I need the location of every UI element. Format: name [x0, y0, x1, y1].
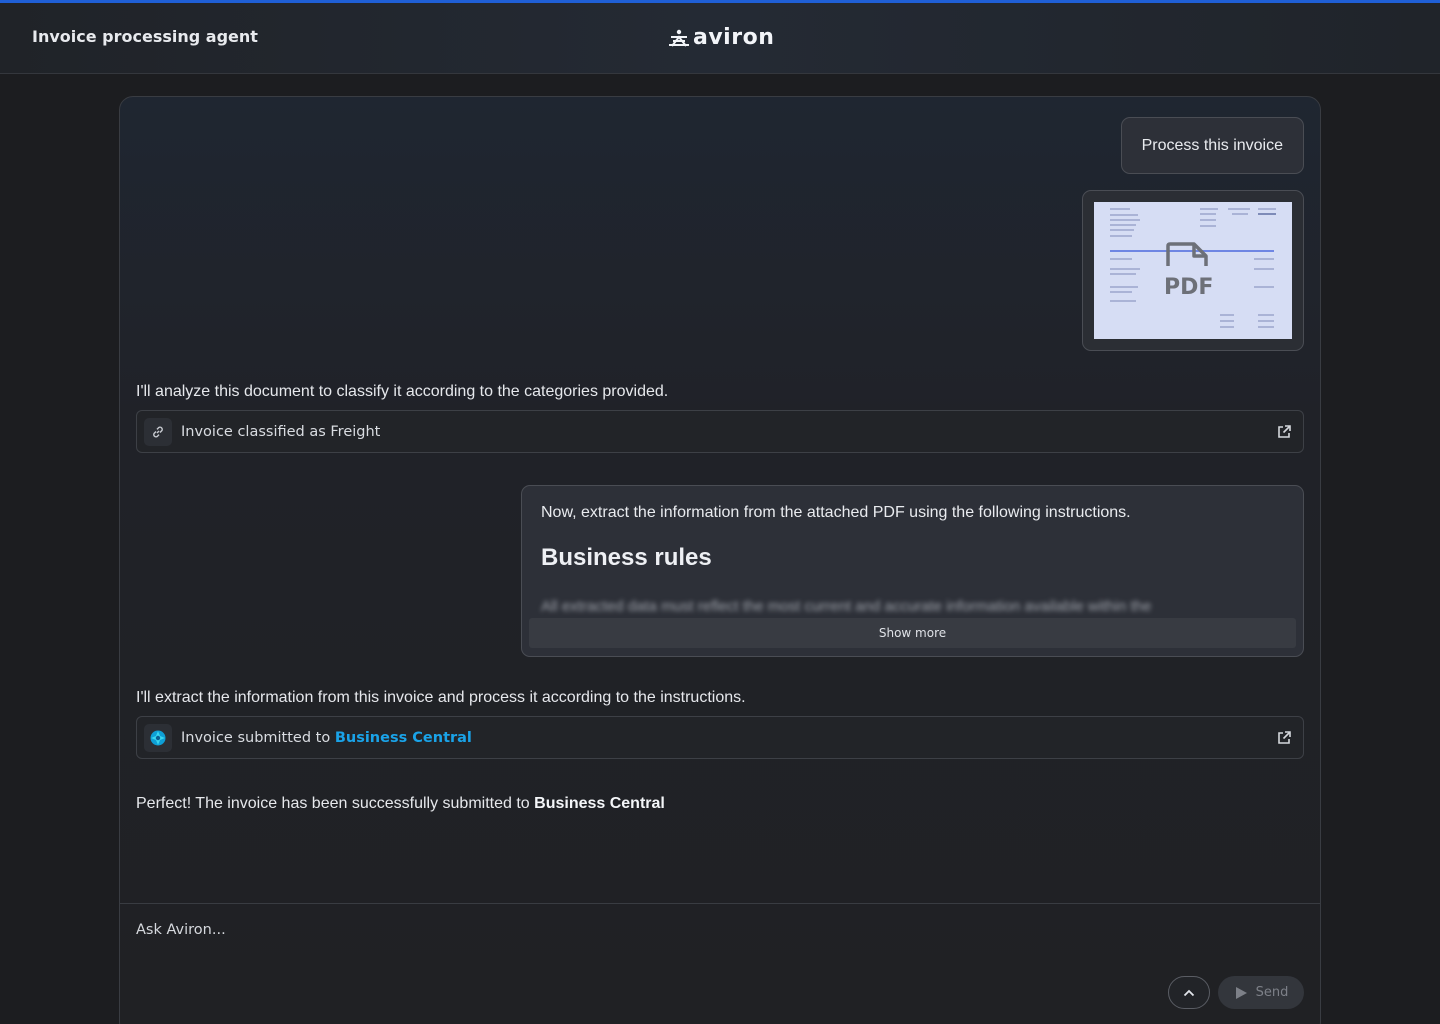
business-central-link[interactable]: Business Central	[335, 730, 472, 746]
link-icon	[144, 417, 172, 446]
logo-wordmark: aviron	[693, 25, 775, 50]
business-rules-heading: Business rules	[541, 544, 712, 571]
chat-panel: Process this invoice PDF I'll analyze th…	[119, 96, 1321, 1024]
expand-button[interactable]	[1168, 976, 1210, 1009]
tool-result-submitted[interactable]: Invoice submitted to Business Central	[136, 716, 1304, 759]
agent-message-classify: I'll analyze this document to classify i…	[136, 383, 669, 400]
pdf-thumbnail[interactable]: PDF	[1094, 202, 1292, 339]
pdf-file-icon: PDF	[1164, 242, 1213, 298]
business-central-icon	[144, 723, 172, 752]
agent-message-extract: I'll extract the information from this i…	[136, 689, 746, 706]
user-message-extract: Now, extract the information from the at…	[521, 485, 1304, 657]
send-icon	[1235, 986, 1247, 999]
composer: Send	[120, 903, 1320, 1024]
chevron-up-icon	[1183, 989, 1195, 996]
open-external-icon[interactable]	[1276, 730, 1292, 746]
app-title: Invoice processing agent	[32, 27, 258, 46]
aviron-logo: aviron	[668, 25, 774, 51]
open-external-icon[interactable]	[1276, 424, 1292, 440]
user-message-process: Process this invoice	[1120, 117, 1304, 174]
tool-result-classified[interactable]: Invoice classified as Freight	[136, 410, 1304, 453]
aviron-logo-icon	[669, 29, 689, 47]
agent-message-final: Perfect! The invoice has been successful…	[136, 795, 665, 812]
business-rules-preview: All extracted data must reflect the most…	[541, 598, 1152, 615]
tool-result-label: Invoice classified as Freight	[181, 423, 381, 440]
pdf-attachment[interactable]: PDF	[1082, 190, 1304, 351]
svg-text:PDF: PDF	[1164, 275, 1213, 298]
send-button[interactable]: Send	[1218, 976, 1304, 1009]
send-label: Send	[1255, 985, 1289, 1000]
app-header: Invoice processing agent aviron	[0, 3, 1440, 74]
tool-result-label: Invoice submitted to Business Central	[181, 729, 472, 746]
final-emphasis: Business Central	[534, 795, 665, 812]
extract-instructions-intro: Now, extract the information from the at…	[541, 504, 1131, 521]
show-more-button[interactable]: Show more	[529, 618, 1296, 648]
ask-input[interactable]	[136, 922, 1036, 938]
